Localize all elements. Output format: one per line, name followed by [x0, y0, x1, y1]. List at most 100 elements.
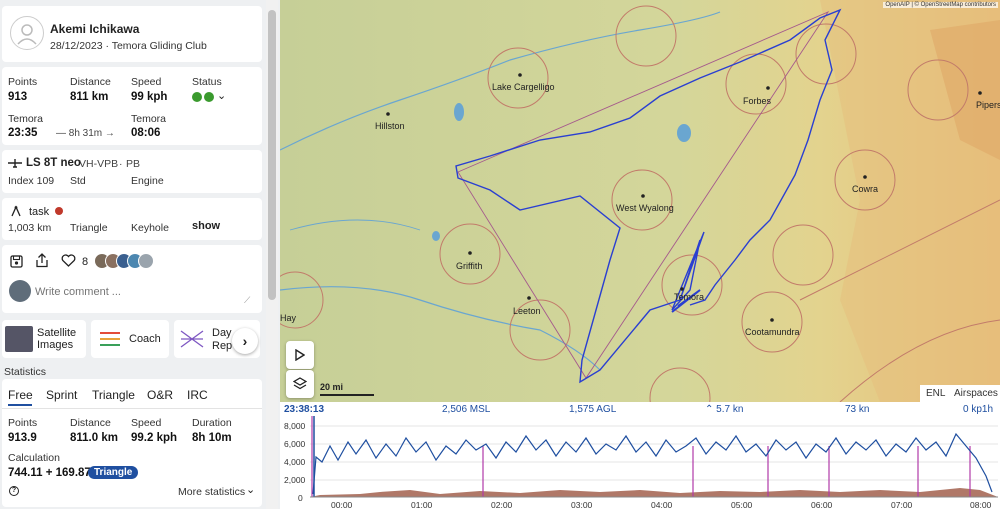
play-icon: [295, 349, 305, 361]
calculation-value: 744.11 + 169.87: [8, 467, 91, 479]
town-marker: [766, 86, 770, 90]
town-label-lake-cargelligo: Lake Cargelligo: [492, 82, 555, 92]
x-tick-label: 06:00: [811, 500, 833, 509]
distance-label: Distance: [70, 76, 111, 88]
points-label: Points: [8, 76, 38, 88]
aircraft-separator: ·: [119, 158, 123, 170]
stat-speed-value: 99.2 kph: [131, 432, 178, 444]
like-count: 8: [82, 256, 89, 268]
town-label-leeton: Leeton: [513, 306, 541, 316]
help-icon[interactable]: ?: [9, 486, 19, 496]
summary-card: Points 913 Distance 811 km Speed 99 kph …: [2, 67, 262, 145]
stat-points-value: 913.9: [8, 432, 37, 444]
tab-triangle[interactable]: Triangle: [92, 388, 135, 402]
town-label-pipers: Pipers: [976, 100, 1000, 110]
flight-map[interactable]: Lake Cargelligo Hillston Forbes Pipers C…: [280, 0, 1000, 402]
map-scale-bar: [320, 394, 374, 396]
coach-label: Coach: [129, 333, 161, 345]
play-button[interactable]: [286, 341, 314, 369]
aircraft-index: Index 109: [8, 175, 55, 187]
day-report-icon: [180, 329, 204, 352]
comment-input[interactable]: [35, 281, 255, 303]
save-icon[interactable]: [10, 255, 23, 271]
town-marker: [863, 175, 867, 179]
aircraft-name[interactable]: LS 8T neo: [26, 157, 81, 169]
coach-card[interactable]: Coach: [91, 320, 169, 358]
town-label-west-wyalong: West Wyalong: [616, 203, 674, 213]
town-marker: [518, 73, 522, 77]
current-user-avatar: [9, 280, 31, 302]
town-marker: [468, 251, 472, 255]
layers-icon: [293, 377, 307, 390]
town-label-forbes: Forbes: [743, 96, 772, 106]
tab-divider: [2, 408, 262, 409]
altitude-trace: [312, 432, 993, 495]
x-tick-label: 04:00: [651, 500, 673, 509]
town-marker: [770, 318, 774, 322]
enl-toggle[interactable]: ENL: [926, 388, 945, 399]
stat-distance-label: Distance: [70, 417, 111, 429]
barogram-panel[interactable]: 23:38:13 2,506 MSL 1,575 AGL ⌃ 5.7 kn 73…: [280, 402, 1000, 509]
user-icon: [17, 24, 37, 45]
x-tick-label: 05:00: [731, 500, 753, 509]
status-dot-2: [204, 92, 214, 102]
x-tick-label: 01:00: [411, 500, 433, 509]
chevron-down-icon[interactable]: ⌄: [246, 483, 255, 496]
heart-icon[interactable]: [61, 254, 76, 270]
town-marker: [978, 91, 982, 95]
task-type: Triangle: [70, 222, 108, 234]
tab-free[interactable]: Free: [8, 388, 33, 402]
airspaces-toggle[interactable]: Airspaces: [954, 388, 998, 399]
points-value: 913: [8, 91, 28, 103]
stat-points-label: Points: [8, 417, 38, 429]
tab-sprint[interactable]: Sprint: [46, 388, 77, 402]
town-label-cowra: Cowra: [852, 184, 879, 194]
x-tick-label: 03:00: [571, 500, 593, 509]
task-show-link[interactable]: show: [192, 220, 220, 232]
task-distance: 1,003 km: [8, 222, 52, 234]
liker-avatar-5[interactable]: [138, 253, 154, 269]
more-statistics-link[interactable]: More statistics: [178, 486, 245, 498]
aircraft-registration: VH-VPB: [79, 158, 119, 170]
flight-sidebar: Akemi Ichikawa 28/12/2023 · Temora Glidi…: [0, 0, 280, 509]
satellite-images-card[interactable]: Satellite Images: [2, 320, 86, 358]
task-label[interactable]: task: [29, 206, 49, 218]
end-place: Temora: [131, 113, 167, 125]
avatar[interactable]: [10, 16, 44, 50]
chevron-down-icon[interactable]: ⌄: [217, 89, 226, 102]
start-time: 23:35: [8, 127, 38, 139]
resize-handle-icon[interactable]: ⟋: [244, 295, 250, 306]
tab-o-r[interactable]: O&R: [147, 388, 173, 402]
statistics-title: Statistics: [4, 366, 47, 378]
town-label-hay: Hay: [280, 313, 297, 323]
stat-duration-value: 8h 10m: [192, 432, 232, 444]
flight-duration: — 8h 31m →: [56, 128, 115, 139]
town-label-hillston: Hillston: [375, 121, 405, 131]
task-icon: [10, 205, 22, 220]
lake-1: [454, 103, 464, 121]
town-marker: [680, 287, 684, 291]
distance-value: 811 km: [70, 91, 109, 103]
map-attribution[interactable]: OpenAIP | © OpenStreetMap contributors: [883, 2, 998, 8]
aircraft-engine: Engine: [131, 175, 164, 187]
barogram-chart[interactable]: [280, 402, 1000, 509]
tab-irc[interactable]: IRC: [187, 388, 208, 402]
stat-distance-value: 811.0 km: [70, 432, 118, 444]
sidebar-scroll-thumb[interactable]: [268, 10, 276, 300]
chevron-right-icon[interactable]: ›: [232, 328, 258, 354]
satellite-thumbnail-icon: [5, 326, 33, 352]
town-label-cootamundra: Cootamundra: [745, 327, 800, 337]
glider-icon: [8, 158, 22, 171]
flight-date-club[interactable]: 28/12/2023 · Temora Gliding Club: [50, 40, 207, 52]
map-canvas[interactable]: [280, 0, 1000, 402]
calculation-type-badge: Triangle: [88, 466, 139, 479]
active-tab-indicator: [8, 404, 32, 406]
social-card: 8 ⟋: [2, 245, 262, 313]
aircraft-competition-id: PB: [126, 158, 141, 170]
town-marker: [386, 112, 390, 116]
share-icon[interactable]: [35, 253, 49, 271]
layers-button[interactable]: [286, 370, 314, 398]
lake-3: [432, 231, 440, 241]
status-dot-1: [192, 92, 202, 102]
pilot-name[interactable]: Akemi Ichikawa: [50, 22, 139, 36]
